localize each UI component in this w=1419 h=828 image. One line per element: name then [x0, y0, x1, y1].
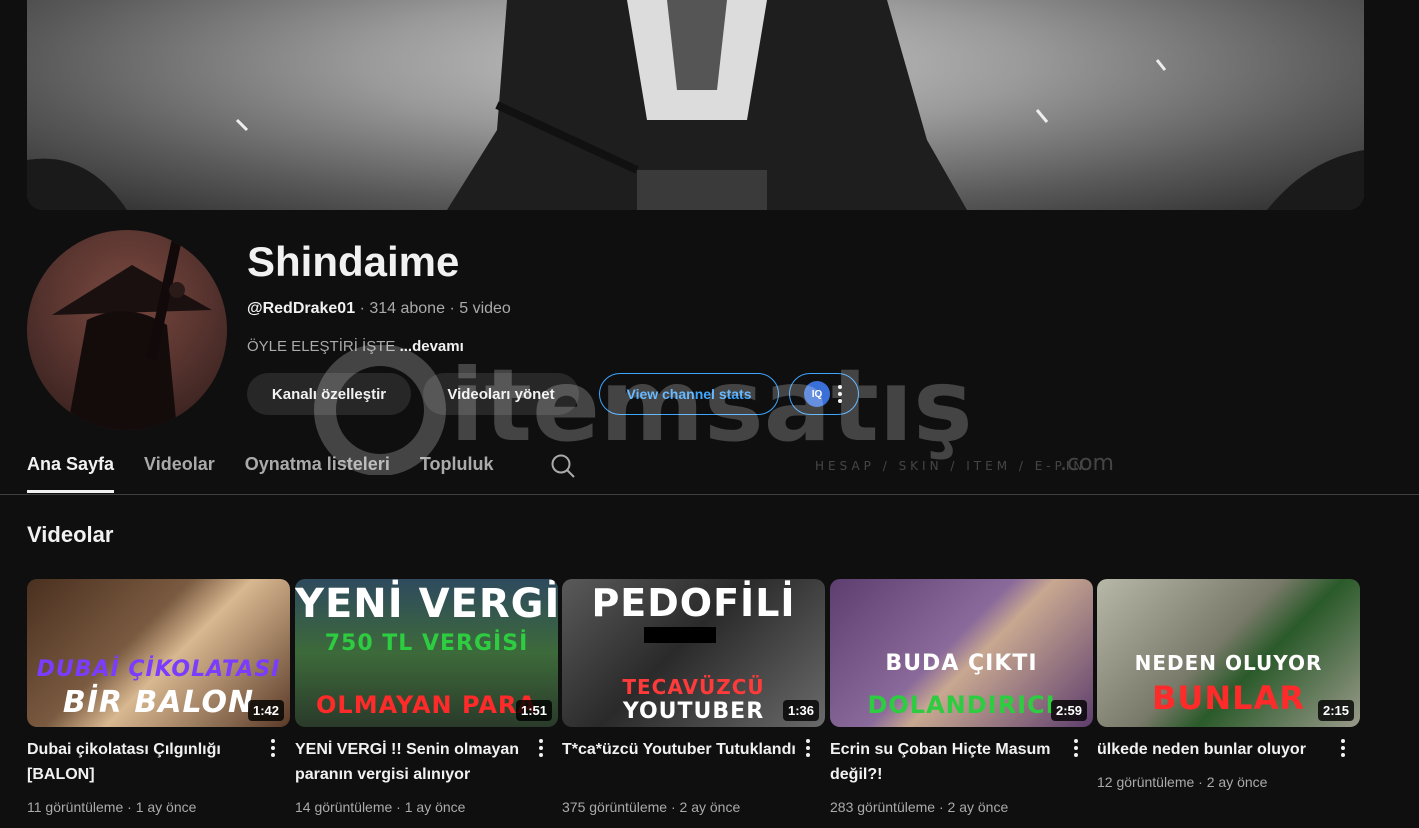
video-card[interactable]: DUBAİ ÇİKOLATASI BİR BALON 1:42 Dubai çi… — [27, 579, 290, 815]
manage-videos-button[interactable]: Videoları yönet — [423, 373, 579, 415]
video-title[interactable]: Dubai çikolatası Çılgınlığı [BALON] — [27, 737, 261, 787]
video-title[interactable]: Ecrin su Çoban Hiçte Masum değil?! — [830, 737, 1064, 787]
video-duration: 2:59 — [1050, 700, 1087, 721]
meta-separator: · — [449, 300, 460, 317]
view-count: 283 görüntüleme — [830, 799, 936, 815]
view-channel-stats-button[interactable]: View channel stats — [599, 373, 779, 415]
thumbnail-caption-top: BUDA ÇIKTI — [885, 651, 1038, 676]
more-vert-icon[interactable] — [1341, 739, 1345, 757]
video-duration: 1:36 — [782, 700, 819, 721]
video-stats: 375 görüntüleme · 2 ay önce — [562, 799, 741, 815]
extension-badge-icon: IQ — [804, 381, 830, 407]
banner-artwork — [27, 0, 1364, 210]
tabs-divider — [0, 494, 1419, 495]
channel-description[interactable]: ÖYLE ELEŞTİRİ İŞTE ...devamı — [247, 338, 464, 355]
channel-meta: @RedDrake01 · 314 abone · 5 video — [247, 300, 511, 318]
video-thumbnail[interactable]: BUDA ÇIKTI DOLANDIRICI 2:59 — [830, 579, 1093, 727]
video-card[interactable]: YENİ VERGİ 750 TL VERGİSİ OLMAYAN PARA 1… — [295, 579, 558, 815]
video-duration: 2:15 — [1317, 700, 1354, 721]
video-card[interactable]: PEDOFİLİ TECAVÜZCÜ YOUTUBER 1:36 T*ca*üz… — [562, 579, 825, 815]
upload-age: 2 ay önce — [1206, 774, 1268, 790]
thumbnail-caption-top: NEDEN OLUYOR — [1134, 651, 1323, 675]
more-vert-icon[interactable] — [539, 739, 543, 757]
more-link[interactable]: ...devamı — [400, 338, 464, 355]
video-card[interactable]: BUDA ÇIKTI DOLANDIRICI 2:59 Ecrin su Çob… — [830, 579, 1093, 815]
thumbnail-caption-top: YENİ VERGİ — [295, 581, 558, 627]
video-thumbnail[interactable]: YENİ VERGİ 750 TL VERGİSİ OLMAYAN PARA 1… — [295, 579, 558, 727]
more-vert-icon[interactable] — [806, 739, 810, 757]
video-stats: 11 görüntüleme · 1 ay önce — [27, 799, 197, 815]
censor-bar — [644, 627, 716, 643]
video-title[interactable]: T*ca*üzcü Youtuber Tutuklandı — [562, 737, 796, 762]
video-count: 5 video — [459, 300, 511, 317]
svg-text:HESAP / SKIN / ITEM / E-PIN: HESAP / SKIN / ITEM / E-PIN — [815, 459, 1086, 473]
channel-name: Shindaime — [247, 238, 460, 285]
description-text: ÖYLE ELEŞTİRİ İŞTE — [247, 338, 396, 355]
channel-avatar[interactable] — [27, 230, 227, 430]
video-stats: 12 görüntüleme · 2 ay önce — [1097, 774, 1268, 790]
tab-home[interactable]: Ana Sayfa — [27, 440, 115, 494]
more-vert-icon[interactable] — [838, 385, 842, 403]
thumbnail-caption-top: DUBAİ ÇİKOLATASI — [36, 657, 281, 682]
thumbnail-caption-top: PEDOFİLİ — [591, 581, 796, 625]
more-vert-icon[interactable] — [1074, 739, 1078, 757]
view-count: 12 görüntüleme — [1097, 774, 1195, 790]
video-duration: 1:42 — [247, 700, 284, 721]
video-stats: 14 görüntüleme · 1 ay önce — [295, 799, 466, 815]
video-duration: 1:51 — [515, 700, 552, 721]
tab-community[interactable]: Topluluk — [420, 440, 494, 494]
upload-age: 2 ay önce — [679, 799, 741, 815]
extension-button[interactable]: IQ — [789, 373, 859, 415]
tab-playlists[interactable]: Oynatma listeleri — [245, 440, 390, 494]
video-thumbnail[interactable]: DUBAİ ÇİKOLATASI BİR BALON 1:42 — [27, 579, 290, 727]
view-count: 11 görüntüleme — [27, 799, 124, 815]
video-card[interactable]: NEDEN OLUYOR BUNLAR 2:15 ülkede neden bu… — [1097, 579, 1360, 790]
search-icon[interactable] — [549, 452, 577, 480]
view-count: 375 görüntüleme — [562, 799, 668, 815]
video-thumbnail[interactable]: PEDOFİLİ TECAVÜZCÜ YOUTUBER 1:36 — [562, 579, 825, 727]
samurai-avatar-art — [52, 240, 212, 430]
video-stats: 283 görüntüleme · 2 ay önce — [830, 799, 1009, 815]
upload-age: 2 ay önce — [947, 799, 1009, 815]
thumbnail-caption-mid: 750 TL VERGİSİ — [324, 631, 529, 656]
more-vert-icon[interactable] — [271, 739, 275, 757]
section-title: Videolar — [27, 522, 114, 547]
meta-separator: · — [359, 300, 370, 317]
customize-channel-button[interactable]: Kanalı özelleştir — [247, 373, 411, 415]
subscriber-count: 314 abone — [369, 300, 445, 317]
svg-text:.com: .com — [1060, 451, 1114, 475]
thumbnail-caption-mid: TECAVÜZCÜ — [622, 675, 765, 699]
video-title[interactable]: ülkede neden bunlar oluyor — [1097, 737, 1331, 762]
upload-age: 1 ay önce — [404, 799, 466, 815]
tab-videos[interactable]: Videolar — [144, 440, 215, 494]
channel-handle: @RedDrake01 — [247, 300, 356, 317]
channel-tabs: Ana Sayfa Videolar Oynatma listeleri Top… — [27, 440, 493, 494]
view-count: 14 görüntüleme — [295, 799, 393, 815]
upload-age: 1 ay önce — [135, 799, 197, 815]
video-thumbnail[interactable]: NEDEN OLUYOR BUNLAR 2:15 — [1097, 579, 1360, 727]
channel-banner — [27, 0, 1364, 210]
video-title[interactable]: YENİ VERGİ !! Senin olmayan paranın verg… — [295, 737, 529, 787]
